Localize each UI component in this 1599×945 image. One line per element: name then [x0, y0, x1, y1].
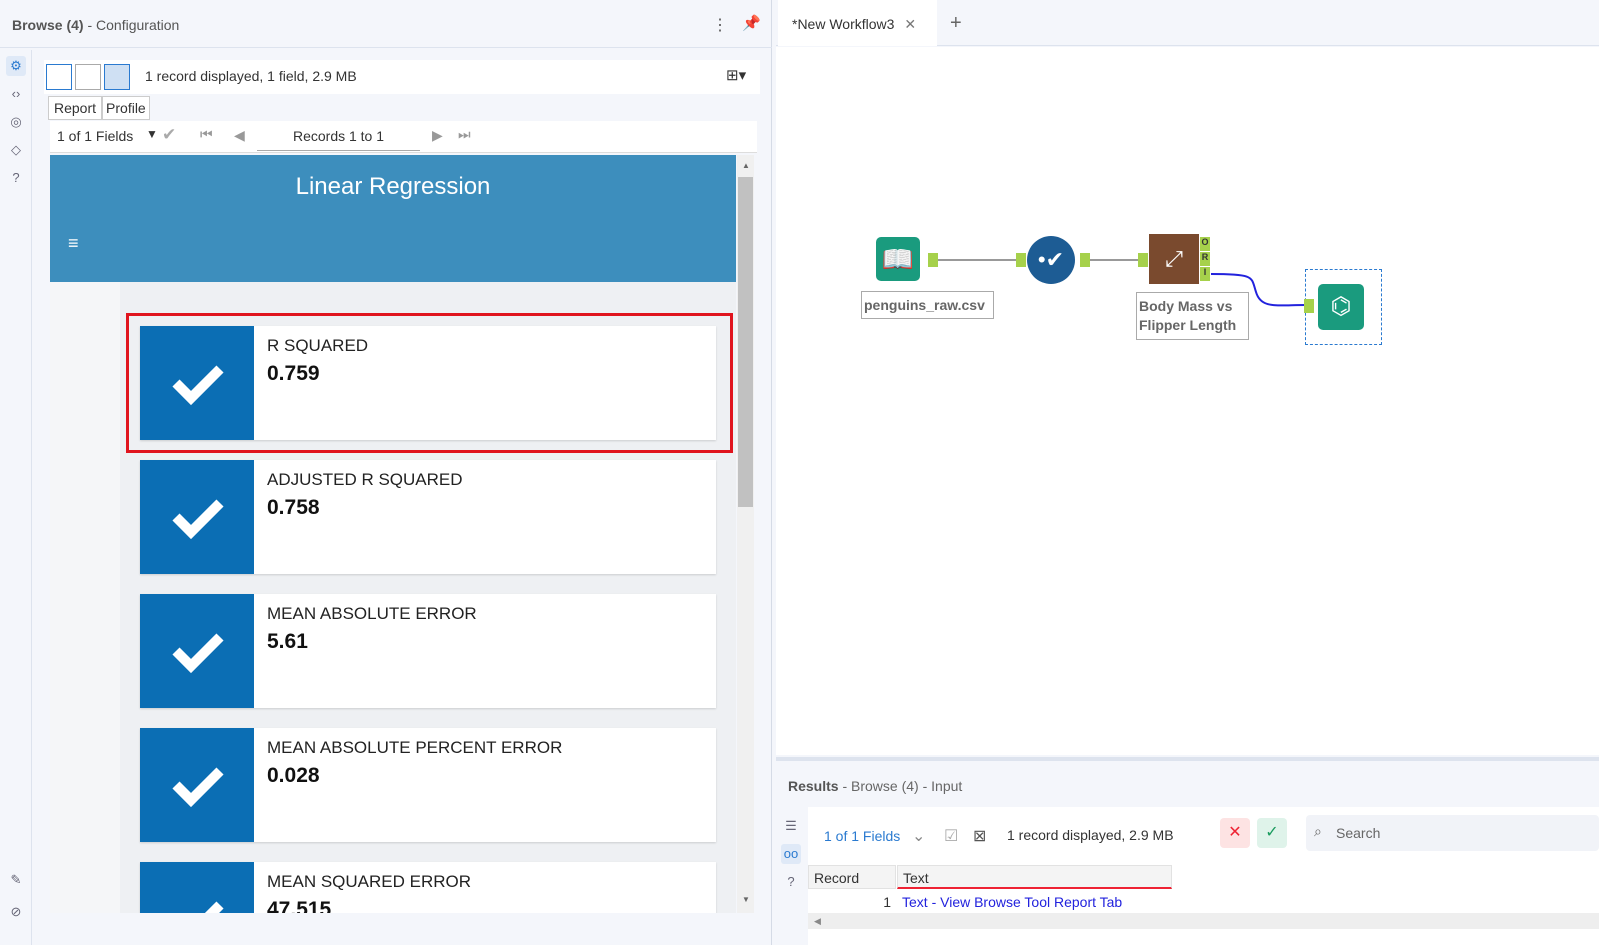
prev-record-icon[interactable]: ◀ [234, 127, 245, 144]
search-input[interactable]: ⌕ Search [1306, 815, 1599, 851]
tag-icon[interactable]: ◇ [6, 140, 26, 160]
metric-value: 47.515 [267, 898, 332, 913]
metric-label: MEAN ABSOLUTE PERCENT ERROR [267, 738, 563, 757]
report-scrollbar[interactable]: ▲ ▼ [737, 155, 754, 913]
results-status: 1 record displayed, 2.9 MB [1007, 827, 1174, 843]
tab-report[interactable]: Report [48, 96, 103, 120]
add-view-icon[interactable]: ⊞▾ [726, 66, 746, 84]
apply-check-icon[interactable]: ✔ [162, 125, 176, 145]
tab-bar: *New Workflow3 ✕ + [776, 0, 1599, 46]
search-placeholder: Search [1336, 825, 1381, 841]
report-gutter [50, 282, 120, 913]
scrollbar-thumb[interactable] [738, 177, 753, 507]
output-port-i[interactable]: I [1200, 267, 1210, 281]
check-icon [140, 862, 254, 913]
workflow-area: *New Workflow3 ✕ + 📖 penguins_raw.csv •✔… [776, 0, 1599, 945]
metric-card: MEAN SQUARED ERROR 47.515 [140, 862, 716, 913]
edit-icon[interactable]: ✎ [6, 870, 26, 890]
tab-new-workflow3[interactable]: *New Workflow3 ✕ [778, 0, 937, 46]
select-checkbox-icon[interactable]: ☑ [944, 826, 958, 846]
search-icon: ⌕ [1314, 823, 1322, 839]
list-icon[interactable]: ☰ [781, 816, 801, 836]
tab-profile[interactable]: Profile [102, 96, 150, 120]
view-tabs: Report Profile [48, 96, 150, 120]
configuration-panel: Browse (4) - Configuration ⋮ 📌 ⚙ ‹› ◎ ◇ … [0, 0, 772, 945]
check-icon [140, 728, 254, 842]
results-subtitle: - Browse (4) - Input [842, 778, 963, 794]
results-panel: Results - Browse (4) - Input ☰ oo ? 1 of… [776, 757, 1599, 945]
metric-label: ADJUSTED R SQUARED [267, 470, 463, 489]
metric-value: 5.61 [267, 630, 308, 653]
highlight-box [126, 313, 733, 453]
horizontal-scrollbar[interactable]: ◀ [808, 913, 1599, 929]
menu-icon[interactable]: ≡ [68, 233, 79, 254]
config-title: Browse (4) [12, 17, 84, 33]
browse-toolbar: 1 record displayed, 1 field, 2.9 MB ⊞▾ [44, 60, 760, 94]
check-circle-icon[interactable]: ⊘ [6, 902, 26, 922]
column-header-text[interactable]: Text [897, 865, 1172, 889]
status-text: 1 record displayed, 1 field, 2.9 MB [145, 68, 357, 84]
config-subtitle: - Configuration [87, 17, 180, 33]
linear-regression-tool-icon[interactable]: ⤢ [1149, 234, 1199, 284]
check-icon [140, 594, 254, 708]
report-view: Linear Regression ≡ R SQUARED 0.759 ADJU… [50, 155, 736, 913]
browse-tool-icon[interactable]: ⌬ [1318, 284, 1364, 330]
results-fields-dropdown[interactable]: 1 of 1 Fields [824, 828, 900, 844]
report-title: Linear Regression [295, 173, 491, 200]
metric-value: 0.028 [267, 764, 320, 787]
metric-value: 0.758 [267, 496, 320, 519]
split-horizontal-button[interactable] [104, 64, 130, 90]
results-content: 1 of 1 Fields ⌄ ☑ ⊠ 1 record displayed, … [808, 807, 1599, 945]
output-port-o[interactable]: O [1200, 237, 1210, 251]
records-range: Records 1 to 1 [257, 121, 420, 151]
column-header-record[interactable]: Record [808, 865, 896, 889]
annotation-icon[interactable]: ◎ [6, 112, 26, 132]
single-view-button[interactable] [46, 64, 72, 90]
settings-icon[interactable]: ⚙ [6, 56, 26, 76]
add-tab-icon[interactable]: + [950, 12, 962, 35]
apply-button[interactable]: ✓ [1257, 818, 1287, 848]
connections [936, 259, 1307, 307]
cancel-button[interactable]: ✕ [1220, 818, 1250, 848]
results-title: Results [788, 778, 839, 794]
metric-card: ADJUSTED R SQUARED 0.758 [140, 460, 716, 574]
close-tab-icon[interactable]: ✕ [904, 16, 916, 32]
metric-label: MEAN SQUARED ERROR [267, 872, 472, 891]
code-icon[interactable]: ‹› [6, 84, 26, 104]
pin-icon[interactable]: 📌 [742, 14, 761, 32]
report-header: Linear Regression ≡ [50, 155, 736, 282]
check-icon [140, 460, 254, 574]
last-record-icon[interactable]: ⏭ [458, 126, 471, 143]
model-node-label: Body Mass vs Flipper Length [1136, 292, 1249, 340]
first-record-icon[interactable]: ⏮ [200, 126, 213, 143]
split-vertical-button[interactable] [75, 64, 101, 90]
output-port-r[interactable]: R [1200, 252, 1210, 266]
browse-node-selection[interactable]: ⌬ [1304, 269, 1382, 345]
record-navigator: 1 of 1 Fields ▼ ✔ ⏮ ◀ Records 1 to 1 ▶ ⏭ [50, 121, 757, 153]
help-icon[interactable]: ? [781, 872, 801, 892]
record-text-link[interactable]: Text - View Browse Tool Report Tab [897, 891, 1172, 913]
workflow-canvas[interactable]: 📖 penguins_raw.csv •✔ ⤢ O R I Body Mass … [776, 47, 1599, 755]
help-icon[interactable]: ? [6, 168, 26, 188]
more-options-icon[interactable]: ⋮ [712, 15, 728, 35]
config-header: Browse (4) - Configuration ⋮ 📌 [0, 0, 772, 48]
next-record-icon[interactable]: ▶ [432, 127, 443, 144]
metric-label: MEAN ABSOLUTE ERROR [267, 604, 477, 623]
metric-card: MEAN ABSOLUTE ERROR 5.61 [140, 594, 716, 708]
fields-dropdown[interactable]: 1 of 1 Fields [57, 128, 133, 144]
binoculars-icon[interactable]: oo [781, 844, 801, 864]
workflow-tab-label: *New Workflow3 [792, 16, 895, 32]
deselect-icon[interactable]: ⊠ [973, 826, 986, 846]
left-rail: ⚙ ‹› ◎ ◇ ? ✎ ⊘ [0, 50, 32, 945]
input-node-label: penguins_raw.csv [861, 291, 994, 319]
dropdown-icon[interactable]: ▼ [146, 127, 158, 141]
data-cleansing-tool-icon[interactable]: •✔ [1027, 236, 1075, 284]
record-number: 1 [883, 894, 891, 910]
input-data-tool-icon[interactable]: 📖 [876, 237, 920, 281]
chevron-down-icon[interactable]: ⌄ [912, 826, 925, 846]
metric-card: MEAN ABSOLUTE PERCENT ERROR 0.028 [140, 728, 716, 842]
